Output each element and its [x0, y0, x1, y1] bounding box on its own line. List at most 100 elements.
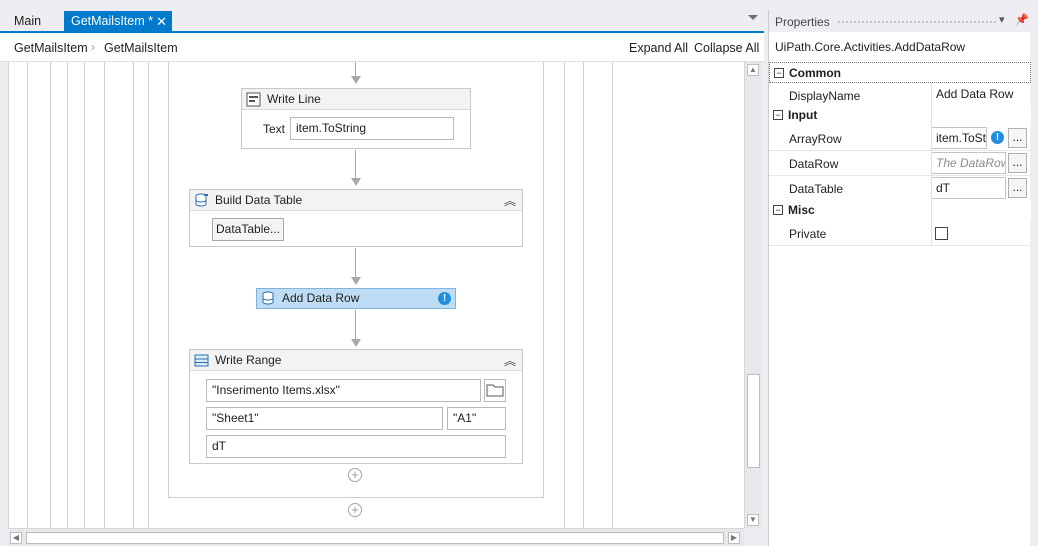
scroll-up-icon[interactable]: ▲ [747, 64, 759, 76]
activity-header: Write Line [242, 89, 470, 110]
close-icon[interactable]: ✕ [156, 11, 167, 32]
warning-info-icon[interactable]: ! [991, 131, 1004, 144]
write-line-title: Write Line [267, 92, 321, 106]
build-data-table-title: Build Data Table [215, 193, 303, 207]
write-range-title: Write Range [215, 353, 282, 367]
property-label: DataRow [789, 157, 839, 171]
category-input[interactable]: − Input [769, 105, 1031, 126]
category-misc[interactable]: − Misc [769, 200, 1031, 221]
arrow-head-icon [351, 76, 361, 84]
flow-arrow [355, 62, 356, 76]
container-border [104, 62, 105, 528]
property-label: ArrayRow [789, 132, 842, 146]
private-checkbox[interactable] [935, 227, 948, 240]
pin-icon[interactable]: 📌 [1015, 13, 1029, 26]
column-divider [931, 83, 932, 246]
collapse-all-link[interactable]: Collapse All [694, 41, 759, 55]
breadcrumb: GetMailsItem › GetMailsItem Expand All C… [0, 33, 764, 62]
scroll-right-icon[interactable]: ▶ [728, 532, 740, 544]
tab-getmailsitem-label: GetMailsItem * [71, 14, 153, 28]
build-data-table-activity[interactable]: Build Data Table ︽ DataTable... [189, 189, 523, 247]
collapse-icon[interactable]: ︽ [504, 192, 516, 209]
category-common[interactable]: − Common [769, 62, 1031, 83]
chevron-down-icon[interactable]: ▾ [999, 13, 1005, 26]
collapse-minus-icon[interactable]: − [774, 68, 784, 78]
property-label: DataTable [789, 182, 844, 196]
datarow-ellipsis-button[interactable]: ... [1008, 153, 1027, 173]
properties-title: Properties [775, 15, 830, 29]
container-border [564, 62, 565, 528]
add-activity-icon[interactable]: + [348, 503, 362, 517]
container-border [50, 62, 51, 528]
activity-header: Build Data Table ︽ [190, 190, 522, 211]
document-tab-strip: Main GetMailsItem * ✕ [0, 0, 764, 33]
database-icon [195, 193, 208, 207]
folder-icon [486, 384, 504, 397]
horizontal-scrollbar[interactable]: ◀ ▶ [8, 528, 744, 546]
expand-all-link[interactable]: Expand All [629, 41, 688, 55]
write-line-icon [246, 92, 261, 107]
write-range-activity[interactable]: Write Range ︽ "Inserimento Items.xlsx" "… [189, 349, 523, 464]
breadcrumb-item[interactable]: GetMailsItem [104, 41, 178, 55]
property-row-private: Private [769, 221, 1031, 246]
flow-arrow [355, 150, 356, 180]
container-border [583, 62, 584, 528]
arrow-head-icon [351, 178, 361, 186]
text-field[interactable]: item.ToString [290, 117, 454, 140]
property-label: DisplayName [789, 89, 861, 103]
start-cell-field[interactable]: "A1" [447, 407, 506, 430]
tab-getmailsitem[interactable]: GetMailsItem * ✕ [64, 11, 172, 33]
datarow-input[interactable]: The DataRow [931, 152, 1006, 174]
scroll-left-icon[interactable]: ◀ [10, 532, 22, 544]
datatable-button[interactable]: DataTable... [212, 218, 285, 241]
breadcrumb-item[interactable]: GetMailsItem [14, 41, 88, 55]
flow-arrow [355, 310, 356, 340]
properties-panel: Properties ▾ 📌 UiPath.Core.Activities.Ad… [768, 10, 1031, 546]
container-border [84, 62, 85, 528]
arrayrow-ellipsis-button[interactable]: ... [1008, 128, 1027, 148]
text-label: Text [263, 122, 286, 136]
arrow-head-icon [351, 277, 361, 285]
warning-info-icon[interactable]: ! [438, 292, 451, 305]
chevron-down-icon[interactable] [748, 15, 758, 20]
designer-canvas[interactable]: Write Line Text item.ToString Build Data… [8, 62, 744, 528]
add-activity-icon[interactable]: + [348, 468, 362, 482]
add-data-row-title: Add Data Row [282, 291, 360, 305]
container-border [67, 62, 68, 528]
tab-main[interactable]: Main [7, 11, 48, 33]
displayname-value[interactable]: Add Data Row [931, 83, 1013, 107]
scroll-thumb[interactable] [26, 532, 724, 544]
write-line-activity[interactable]: Write Line Text item.ToString [241, 88, 471, 149]
container-border [148, 62, 149, 528]
vertical-scrollbar[interactable]: ▲ ▼ [744, 62, 762, 528]
datatable-field[interactable]: dT [206, 435, 506, 458]
add-data-row-activity[interactable]: Add Data Row ! [256, 288, 456, 309]
property-row-datatable: DataTable dT ... [769, 176, 1031, 201]
category-label: Misc [788, 203, 815, 217]
category-label: Common [789, 66, 841, 80]
category-label: Input [788, 108, 818, 122]
sheet-name-field[interactable]: "Sheet1" [206, 407, 443, 430]
properties-header: Properties ▾ 📌 [769, 10, 1031, 32]
datatable-ellipsis-button[interactable]: ... [1008, 178, 1027, 198]
container-border [133, 62, 134, 528]
database-icon [262, 291, 274, 305]
collapse-icon[interactable]: ︽ [504, 352, 516, 369]
activity-header: Write Range ︽ [190, 350, 522, 371]
property-grid: − Common DisplayName Add Data Row − Inpu… [769, 62, 1031, 546]
collapse-minus-icon[interactable]: − [773, 110, 783, 120]
container-border [612, 62, 613, 528]
chevron-right-icon: › [91, 40, 95, 54]
browse-folder-button[interactable] [484, 379, 506, 402]
workbook-path-field[interactable]: "Inserimento Items.xlsx" [206, 379, 481, 402]
property-label: Private [789, 227, 827, 241]
scroll-thumb[interactable] [747, 374, 760, 468]
scroll-down-icon[interactable]: ▼ [747, 514, 759, 526]
container-border [27, 62, 28, 528]
datatable-input[interactable]: dT [931, 177, 1006, 199]
drag-grip[interactable] [837, 20, 997, 24]
collapse-minus-icon[interactable]: − [773, 205, 783, 215]
flow-arrow [355, 248, 356, 278]
arrayrow-input[interactable]: item.ToSt [931, 127, 987, 149]
property-row-datarow: DataRow The DataRow ... [769, 151, 1031, 176]
